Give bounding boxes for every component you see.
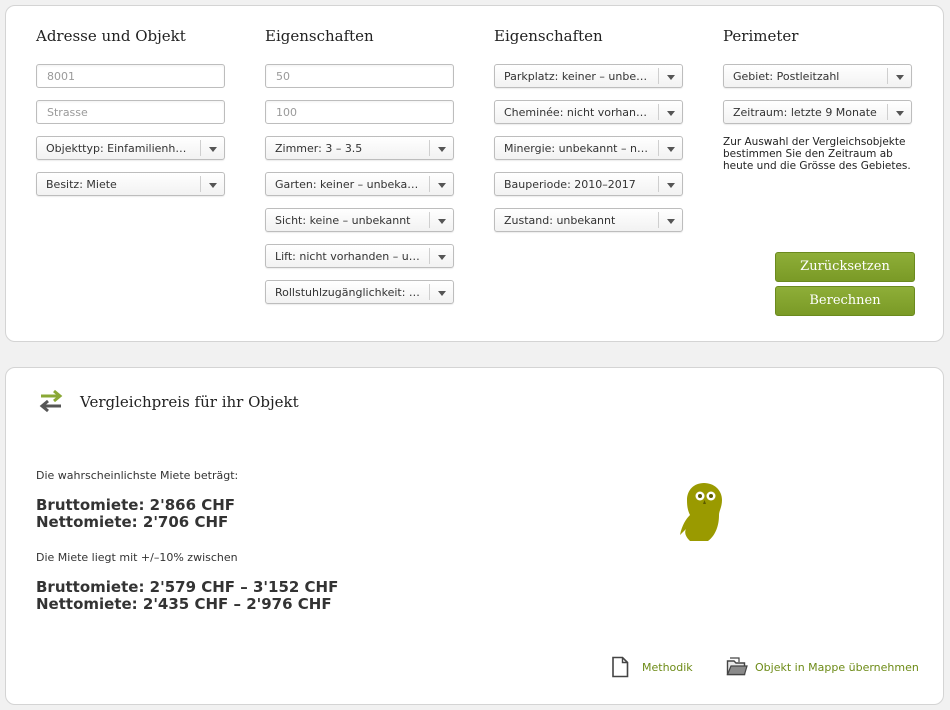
select-label: Objekttyp: Einfamilienhaus (46, 142, 192, 155)
add-to-folder-link[interactable]: Objekt in Mappe übernehmen (726, 656, 926, 678)
chevron-down-icon (658, 176, 682, 192)
ownership-select[interactable]: Besitz: Miete (36, 172, 225, 196)
result-title: Vergleichpreis für ihr Objekt (80, 393, 299, 411)
select-label: Sicht: keine – unbekannt (275, 214, 411, 227)
select-label: Gebiet: Postleitzahl (733, 70, 840, 83)
street-input[interactable] (36, 100, 225, 124)
result-panel: Vergleichpreis für ihr Objekt Die wahrsc… (5, 367, 944, 705)
wheelchair-access-select[interactable]: Rollstuhlzugänglichkeit: n... (265, 280, 454, 304)
net-rent-range: Nettomiete: 2'435 CHF – 2'976 CHF (36, 595, 332, 613)
select-label: Rollstuhlzugänglichkeit: n... (275, 286, 421, 299)
folder-icon (726, 657, 748, 676)
chevron-down-icon (887, 68, 911, 84)
chevron-down-icon (658, 212, 682, 228)
select-label: Lift: nicht vorhanden – un... (275, 250, 421, 263)
area-select[interactable]: Gebiet: Postleitzahl (723, 64, 912, 88)
search-form-panel: Adresse und Objekt Objekttyp: Einfamilie… (5, 5, 944, 342)
view-select[interactable]: Sicht: keine – unbekannt (265, 208, 454, 232)
garden-select[interactable]: Garten: keiner – unbekannt (265, 172, 454, 196)
column-title: Adresse und Objekt (36, 27, 186, 45)
gross-rent-value: Bruttomiete: 2'866 CHF (36, 496, 236, 514)
chevron-down-icon (658, 104, 682, 120)
methodology-label: Methodik (642, 661, 693, 674)
column-title: Eigenschaften (494, 27, 603, 45)
lift-select[interactable]: Lift: nicht vorhanden – un... (265, 244, 454, 268)
document-icon (612, 656, 629, 678)
construction-period-select[interactable]: Bauperiode: 2010–2017 (494, 172, 683, 196)
postal-code-input[interactable] (36, 64, 225, 88)
chevron-down-icon (200, 176, 224, 192)
select-label: Zeitraum: letzte 9 Monate (733, 106, 877, 119)
methodology-link[interactable]: Methodik (611, 656, 711, 678)
chevron-down-icon (658, 140, 682, 156)
timeframe-select[interactable]: Zeitraum: letzte 9 Monate (723, 100, 912, 124)
select-label: Zustand: unbekannt (504, 214, 616, 227)
chevron-down-icon (429, 284, 453, 300)
perimeter-hint: Zur Auswahl der Vergleichsobjekte bestim… (723, 136, 911, 172)
calculate-button[interactable]: Berechnen (775, 286, 915, 316)
swap-arrows-icon (39, 389, 63, 413)
select-label: Zimmer: 3 – 3.5 (275, 142, 363, 155)
rent-range-label: Die Miete liegt mit +/–10% zwischen (36, 551, 238, 564)
owl-icon (680, 483, 722, 541)
chevron-down-icon (429, 176, 453, 192)
parking-select[interactable]: Parkplatz: keiner – unbek... (494, 64, 683, 88)
select-label: Minergie: unbekannt – nein (504, 142, 650, 155)
plot-area-input[interactable] (265, 100, 454, 124)
gross-rent-range: Bruttomiete: 2'579 CHF – 3'152 CHF (36, 578, 339, 596)
object-type-select[interactable]: Objekttyp: Einfamilienhaus (36, 136, 225, 160)
column-title: Perimeter (723, 27, 799, 45)
chevron-down-icon (429, 212, 453, 228)
column-title: Eigenschaften (265, 27, 374, 45)
chevron-down-icon (887, 104, 911, 120)
rooms-select[interactable]: Zimmer: 3 – 3.5 (265, 136, 454, 160)
select-label: Bauperiode: 2010–2017 (504, 178, 636, 191)
minergie-select[interactable]: Minergie: unbekannt – nein (494, 136, 683, 160)
select-label: Cheminée: nicht vorhande... (504, 106, 650, 119)
add-to-folder-label: Objekt in Mappe übernehmen (755, 661, 919, 674)
select-label: Garten: keiner – unbekannt (275, 178, 421, 191)
chevron-down-icon (658, 68, 682, 84)
select-label: Parkplatz: keiner – unbek... (504, 70, 650, 83)
reset-button[interactable]: Zurücksetzen (775, 252, 915, 282)
living-area-input[interactable] (265, 64, 454, 88)
select-label: Besitz: Miete (46, 178, 117, 191)
fireplace-select[interactable]: Cheminée: nicht vorhande... (494, 100, 683, 124)
net-rent-value: Nettomiete: 2'706 CHF (36, 513, 229, 531)
likely-rent-label: Die wahrscheinlichste Miete beträgt: (36, 469, 239, 482)
chevron-down-icon (429, 248, 453, 264)
condition-select[interactable]: Zustand: unbekannt (494, 208, 683, 232)
chevron-down-icon (429, 140, 453, 156)
chevron-down-icon (200, 140, 224, 156)
